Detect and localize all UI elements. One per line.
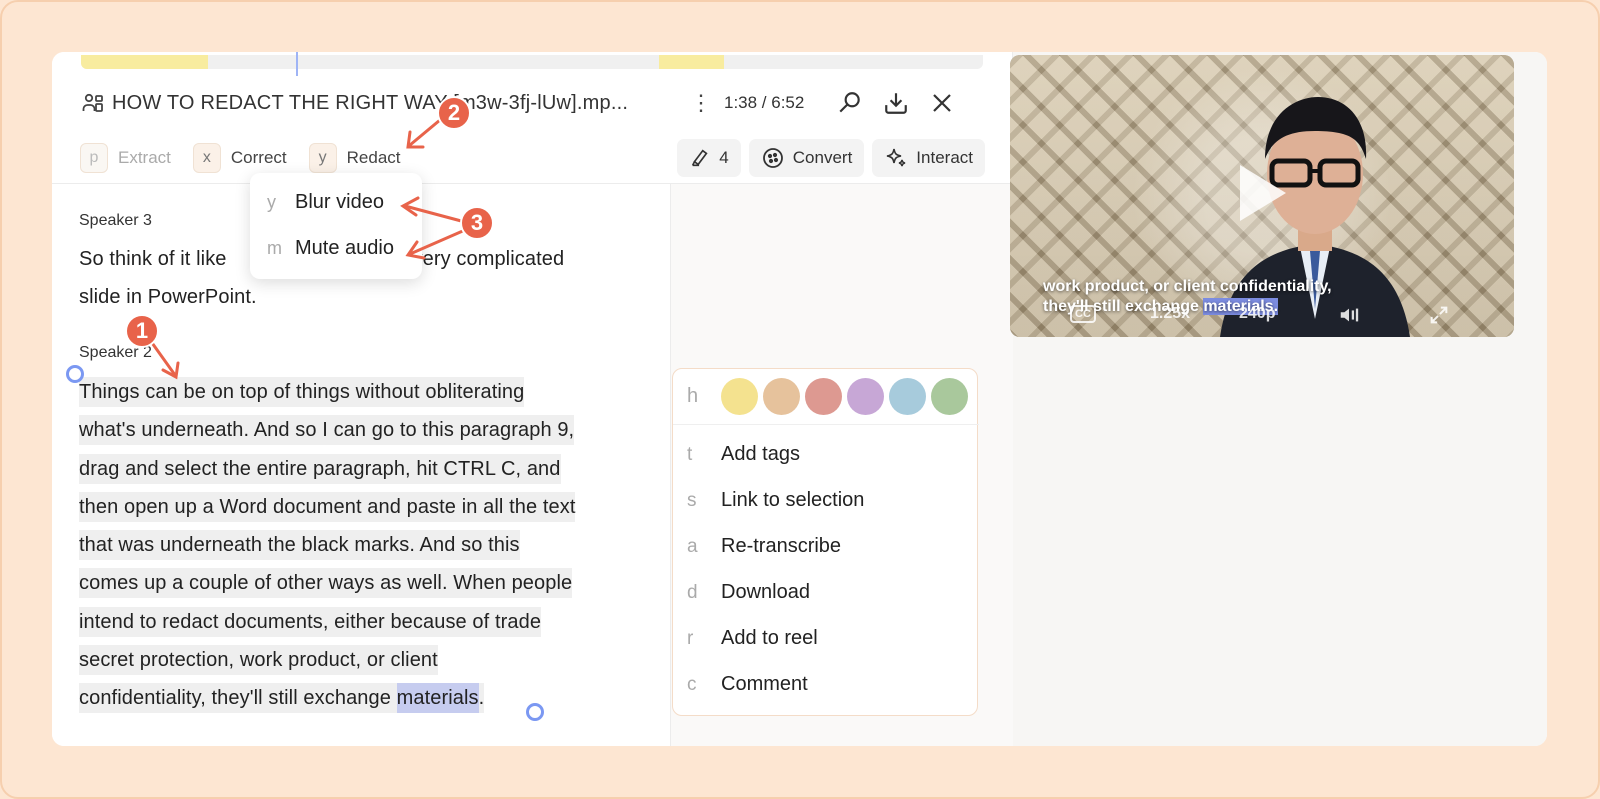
people-icon [80, 90, 106, 116]
comment-label: Comment [721, 673, 808, 695]
comment-item[interactable]: c Comment [687, 673, 808, 696]
highlighted-word[interactable]: materials [396, 683, 479, 714]
kebab-icon[interactable]: ⋮ [690, 90, 712, 116]
transcript-line[interactable]: Things can be on top of things without o… [79, 377, 525, 407]
file-title: HOW TO REDACT THE RIGHT WAY [m3w-3fj-lUw… [112, 91, 629, 114]
color-swatch-red[interactable] [805, 378, 842, 415]
redact-dropdown-menu: y Blur video m Mute audio [250, 173, 422, 279]
selection-end-handle[interactable] [526, 703, 544, 721]
redact-shortcut-key: y [308, 143, 337, 173]
transcript-line[interactable]: confidentiality, they'll still exchange [79, 683, 397, 714]
annotation-badge-3: 3 [460, 206, 494, 240]
download-shortcut: d [687, 581, 698, 603]
convert-button[interactable]: Convert [748, 139, 865, 177]
speaker-label: Speaker 3 [79, 212, 152, 229]
link-shortcut: s [687, 489, 697, 511]
color-swatch-yellow[interactable] [721, 378, 758, 415]
comment-shortcut: c [687, 673, 697, 695]
transcript-line[interactable]: comes up a couple of other ways as well.… [79, 568, 573, 599]
download-label: Download [721, 581, 810, 603]
transcript-panel: HOW TO REDACT THE RIGHT WAY [m3w-3fj-lUw… [52, 52, 1013, 746]
redact-button[interactable]: y Redact [308, 143, 401, 173]
timeline-strip[interactable] [81, 55, 983, 69]
blur-video-option[interactable]: y Blur video [267, 191, 384, 214]
download-icon[interactable] [880, 87, 912, 119]
color-swatch-tan[interactable] [763, 378, 800, 415]
re-transcribe-item[interactable]: a Re-transcribe [687, 535, 841, 558]
color-swatch-blue[interactable] [889, 378, 926, 415]
link-to-selection-item[interactable]: s Link to selection [687, 489, 864, 512]
search-icon[interactable] [834, 87, 866, 119]
add-tags-item[interactable]: t Add tags [687, 443, 800, 466]
action-toolbar: p Extract x Correct y Redact 4 Convert I… [80, 139, 985, 177]
caption-line: work product, or client confidentiality, [1043, 278, 1332, 295]
download-item[interactable]: d Download [687, 581, 810, 604]
add-to-reel-item[interactable]: r Add to reel [687, 627, 818, 650]
redact-label: Redact [346, 148, 401, 167]
volume-icon[interactable] [1338, 304, 1360, 331]
selection-context-menu: h t Add tags s Link to selection a Re-tr… [672, 368, 979, 716]
selection-start-handle[interactable] [66, 365, 84, 383]
video-player[interactable]: work product, or client confidentiality,… [1010, 55, 1514, 337]
transcript-line[interactable]: very complicated [413, 248, 565, 270]
transcript-line[interactable]: secret protection, work product, or clie… [79, 645, 438, 676]
transcript-line-end[interactable]: . [478, 683, 485, 714]
mute-audio-label: Mute audio [295, 237, 394, 259]
extract-label: Extract [118, 148, 171, 167]
transcript-line[interactable]: that was underneath the black marks. And… [79, 530, 520, 561]
quality-selector[interactable]: 240p [1239, 305, 1275, 323]
panel-divider [670, 184, 671, 746]
play-icon[interactable] [1240, 165, 1286, 221]
playback-speed[interactable]: 1.25x [1150, 305, 1190, 323]
timeline-highlight-segment[interactable] [659, 55, 724, 69]
highlights-button[interactable]: 4 [677, 139, 741, 177]
transcript-line[interactable]: intend to redact documents, either becau… [79, 606, 542, 637]
transcript-line[interactable]: what's underneath. And so I can go to th… [79, 415, 575, 446]
mute-audio-option[interactable]: m Mute audio [267, 237, 394, 260]
color-swatch-purple[interactable] [847, 378, 884, 415]
transcript-line[interactable]: then open up a Word document and paste i… [79, 491, 576, 522]
add-to-reel-label: Add to reel [721, 627, 818, 649]
add-tags-shortcut: t [687, 443, 693, 465]
add-to-reel-shortcut: r [687, 627, 694, 649]
correct-label: Correct [230, 148, 287, 167]
timeline-highlight-segment[interactable] [81, 55, 208, 69]
fullscreen-icon[interactable] [1428, 304, 1450, 331]
color-swatch-green[interactable] [931, 378, 968, 415]
video-controls: CC 1.25x 240p [1010, 299, 1514, 329]
transcript-line[interactable]: So think of it like [79, 248, 227, 270]
correct-button[interactable]: x Correct [192, 143, 287, 173]
highlight-color-row: h [673, 369, 979, 425]
close-icon[interactable] [926, 87, 958, 119]
sparkle-icon [887, 148, 906, 167]
interact-button[interactable]: Interact [872, 139, 985, 177]
annotation-badge-2: 2 [437, 96, 471, 130]
blur-video-shortcut: y [267, 192, 276, 212]
file-header: HOW TO REDACT THE RIGHT WAY [m3w-3fj-lUw… [80, 86, 985, 120]
transcript-line[interactable]: drag and select the entire paragraph, hi… [79, 453, 561, 484]
playback-time: 1:38 / 6:52 [724, 93, 805, 112]
extract-button[interactable]: p Extract [80, 143, 171, 173]
extract-shortcut-key: p [80, 143, 108, 173]
mute-audio-shortcut: m [267, 238, 282, 258]
link-label: Link to selection [721, 489, 865, 511]
selected-transcript-paragraph[interactable]: Things can be on top of things without o… [79, 373, 576, 718]
annotation-badge-1: 1 [125, 314, 159, 348]
re-transcribe-label: Re-transcribe [721, 535, 842, 557]
blur-video-label: Blur video [295, 191, 384, 213]
transcript-line[interactable]: slide in PowerPoint. [79, 286, 257, 308]
correct-shortcut-key: x [192, 143, 221, 173]
timeline-playhead[interactable] [296, 52, 298, 76]
interact-label: Interact [916, 148, 973, 167]
convert-icon [762, 148, 783, 168]
highlights-count: 4 [719, 148, 729, 167]
highlighter-icon [692, 149, 708, 167]
add-tags-label: Add tags [721, 443, 800, 465]
highlight-shortcut: h [687, 385, 699, 407]
convert-label: Convert [792, 148, 853, 167]
cc-icon[interactable]: CC [1070, 305, 1096, 323]
re-transcribe-shortcut: a [687, 535, 698, 557]
